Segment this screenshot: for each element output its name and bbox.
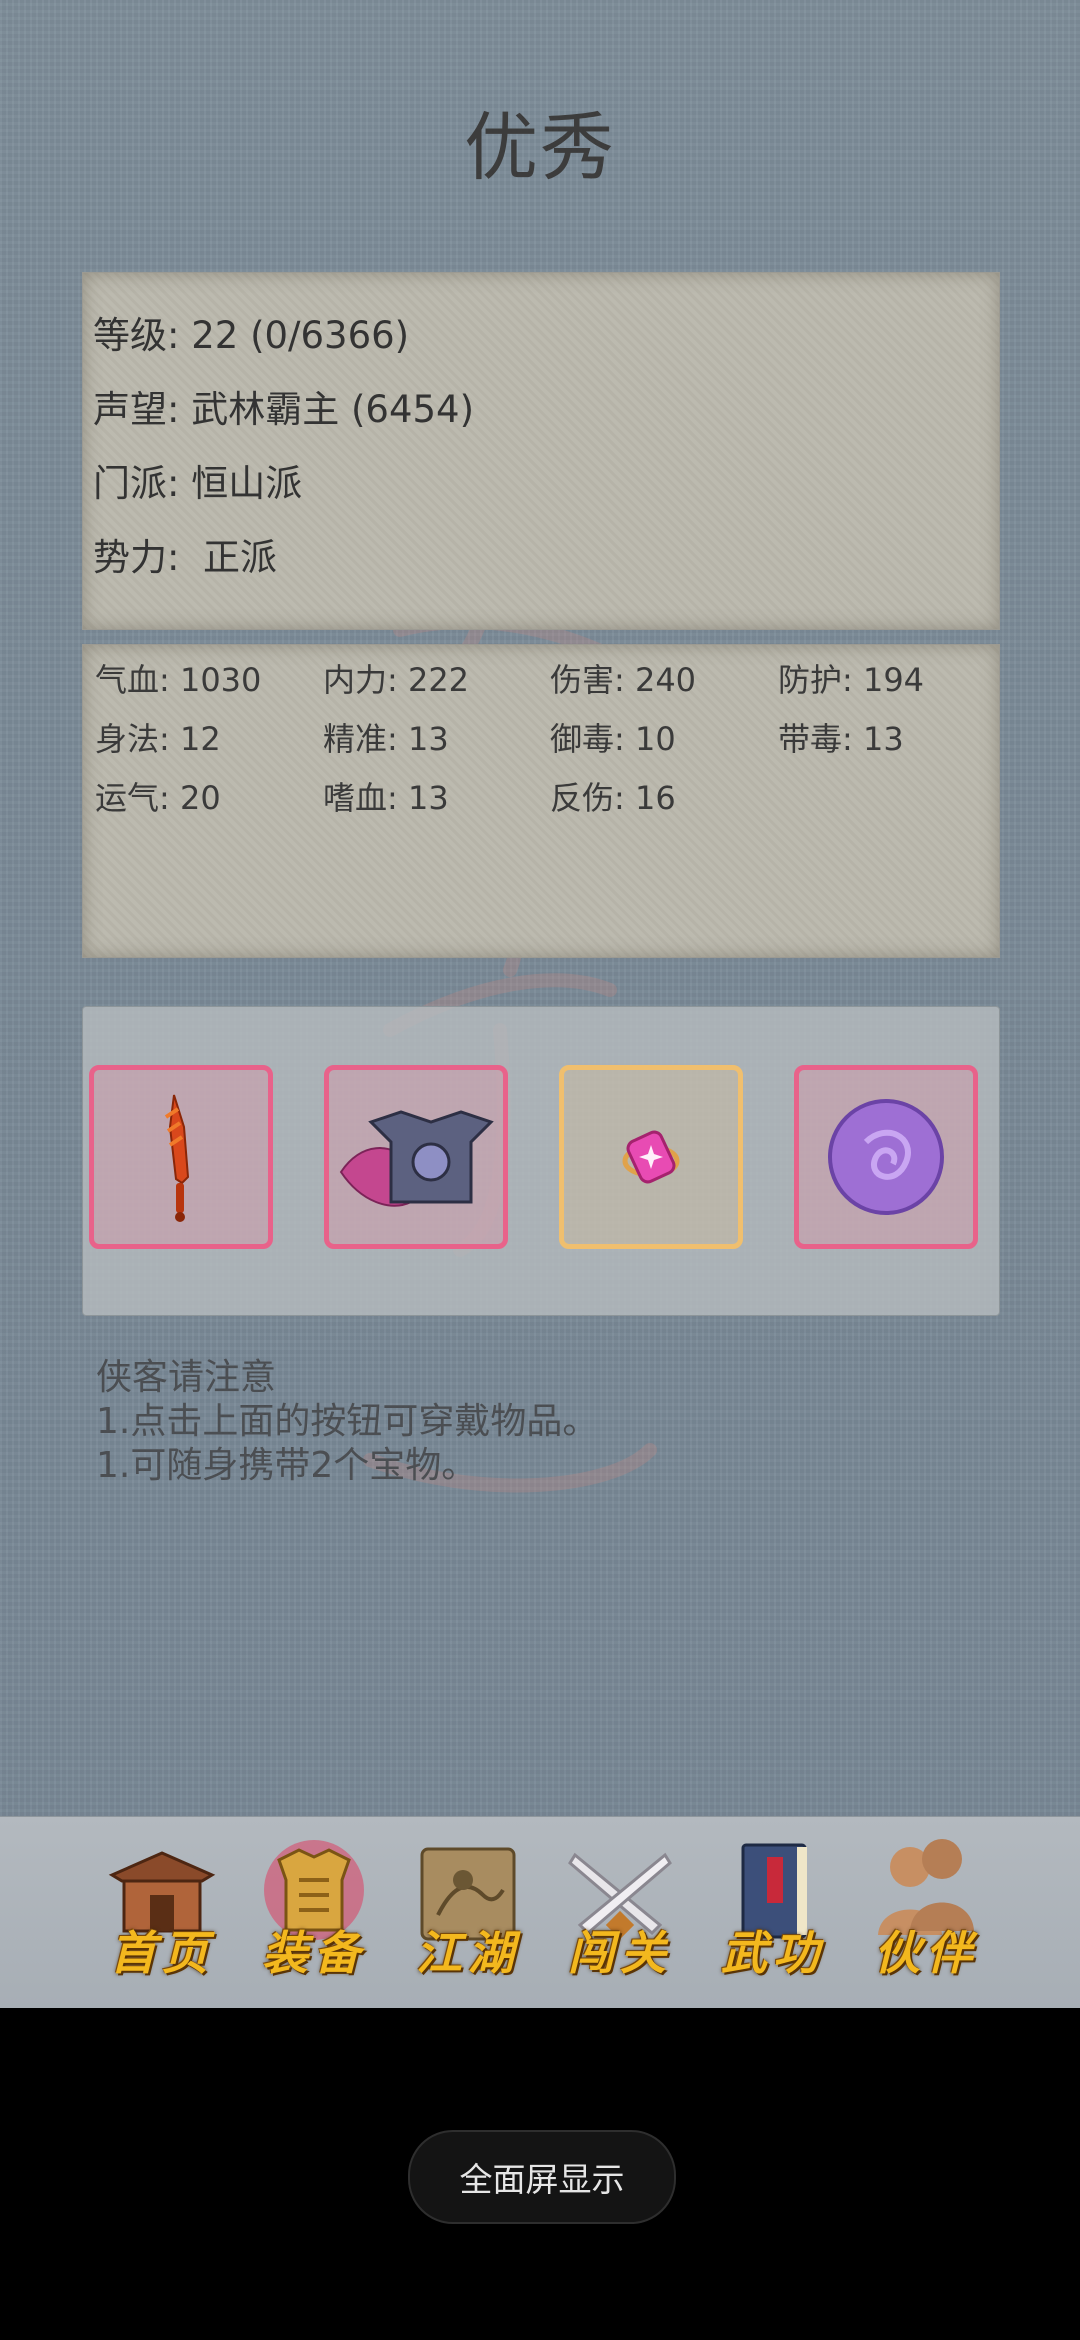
nav-challenge[interactable]: 闯关 — [550, 1835, 690, 1985]
stat-shenfa: 身法: 12 — [95, 720, 221, 758]
stat-fanshang: 反伤: 16 — [550, 779, 676, 817]
nav-jianghu[interactable]: 江湖 — [398, 1835, 538, 1985]
game-screen: 优秀 等级: 22 (0/6366) 声望: 武林霸主 (6454) 门派: 恒… — [0, 0, 1080, 2008]
level-text: 等级: 22 (0/6366) — [93, 314, 410, 357]
stat-yunqi: 运气: 20 — [95, 779, 221, 817]
sword-icon — [164, 1094, 190, 1222]
equip-slot-accessory[interactable] — [794, 1065, 978, 1249]
nav-label-home: 首页 — [110, 1926, 214, 1980]
stats-panel: 气血: 1030 内力: 222 伤害: 240 防护: 194 身法: 12 … — [82, 644, 1000, 958]
notice-line-1: 1.点击上面的按钮可穿戴物品。 — [96, 1401, 599, 1442]
page-title: 优秀 — [464, 105, 616, 191]
stat-shanghai: 伤害: 240 — [550, 661, 697, 699]
nav-label-jianghu: 江湖 — [416, 1926, 520, 1980]
armor-icon — [339, 1110, 494, 1207]
reputation-text: 声望: 武林霸主 (6454) — [93, 388, 475, 431]
stat-shixue: 嗜血: 13 — [323, 779, 449, 817]
stat-jingzhun: 精准: 13 — [323, 720, 449, 758]
nav-label-companions: 伙伴 — [874, 1926, 978, 1980]
nav-label-equipment: 装备 — [262, 1926, 366, 1980]
stat-qixue: 气血: 1030 — [95, 661, 262, 699]
equip-slot-armor[interactable] — [324, 1065, 508, 1249]
stat-daidu: 带毒: 13 — [778, 720, 904, 758]
nav-companions[interactable]: 伙伴 — [856, 1835, 996, 1985]
equip-slot-weapon[interactable] — [89, 1065, 273, 1249]
sect-text: 门派: 恒山派 — [93, 462, 303, 505]
stat-neili: 内力: 222 — [323, 661, 470, 699]
notice-heading: 侠客请注意 — [96, 1357, 277, 1398]
equipment-panel — [82, 1006, 1000, 1316]
stat-yudu: 御毒: 10 — [550, 720, 676, 758]
stat-fanghu: 防护: 194 — [778, 661, 925, 699]
notice-box: 侠客请注意 1.点击上面的按钮可穿戴物品。 1.可随身携带2个宝物。 — [96, 1356, 598, 1488]
nav-martial-arts[interactable]: 武功 — [703, 1835, 843, 1985]
faction-text: 势力: 正派 — [93, 536, 277, 579]
nav-label-martial-arts: 武功 — [721, 1926, 825, 1980]
nav-equipment[interactable]: 装备 — [244, 1835, 384, 1985]
gem-charm-icon — [622, 1130, 680, 1184]
notice-line-2: 1.可随身携带2个宝物。 — [96, 1445, 478, 1486]
bottom-navigation: 首页 装备 江湖 闯关 武功 伙伴 — [0, 1816, 1080, 2008]
equip-slot-treasure[interactable] — [559, 1065, 743, 1249]
purple-orb-icon — [828, 1099, 944, 1215]
nav-home[interactable]: 首页 — [92, 1835, 232, 1985]
fullscreen-display-button[interactable]: 全面屏显示 — [408, 2130, 676, 2224]
character-info-panel: 等级: 22 (0/6366) 声望: 武林霸主 (6454) 门派: 恒山派 … — [82, 272, 1000, 630]
nav-label-challenge: 闯关 — [568, 1926, 672, 1980]
